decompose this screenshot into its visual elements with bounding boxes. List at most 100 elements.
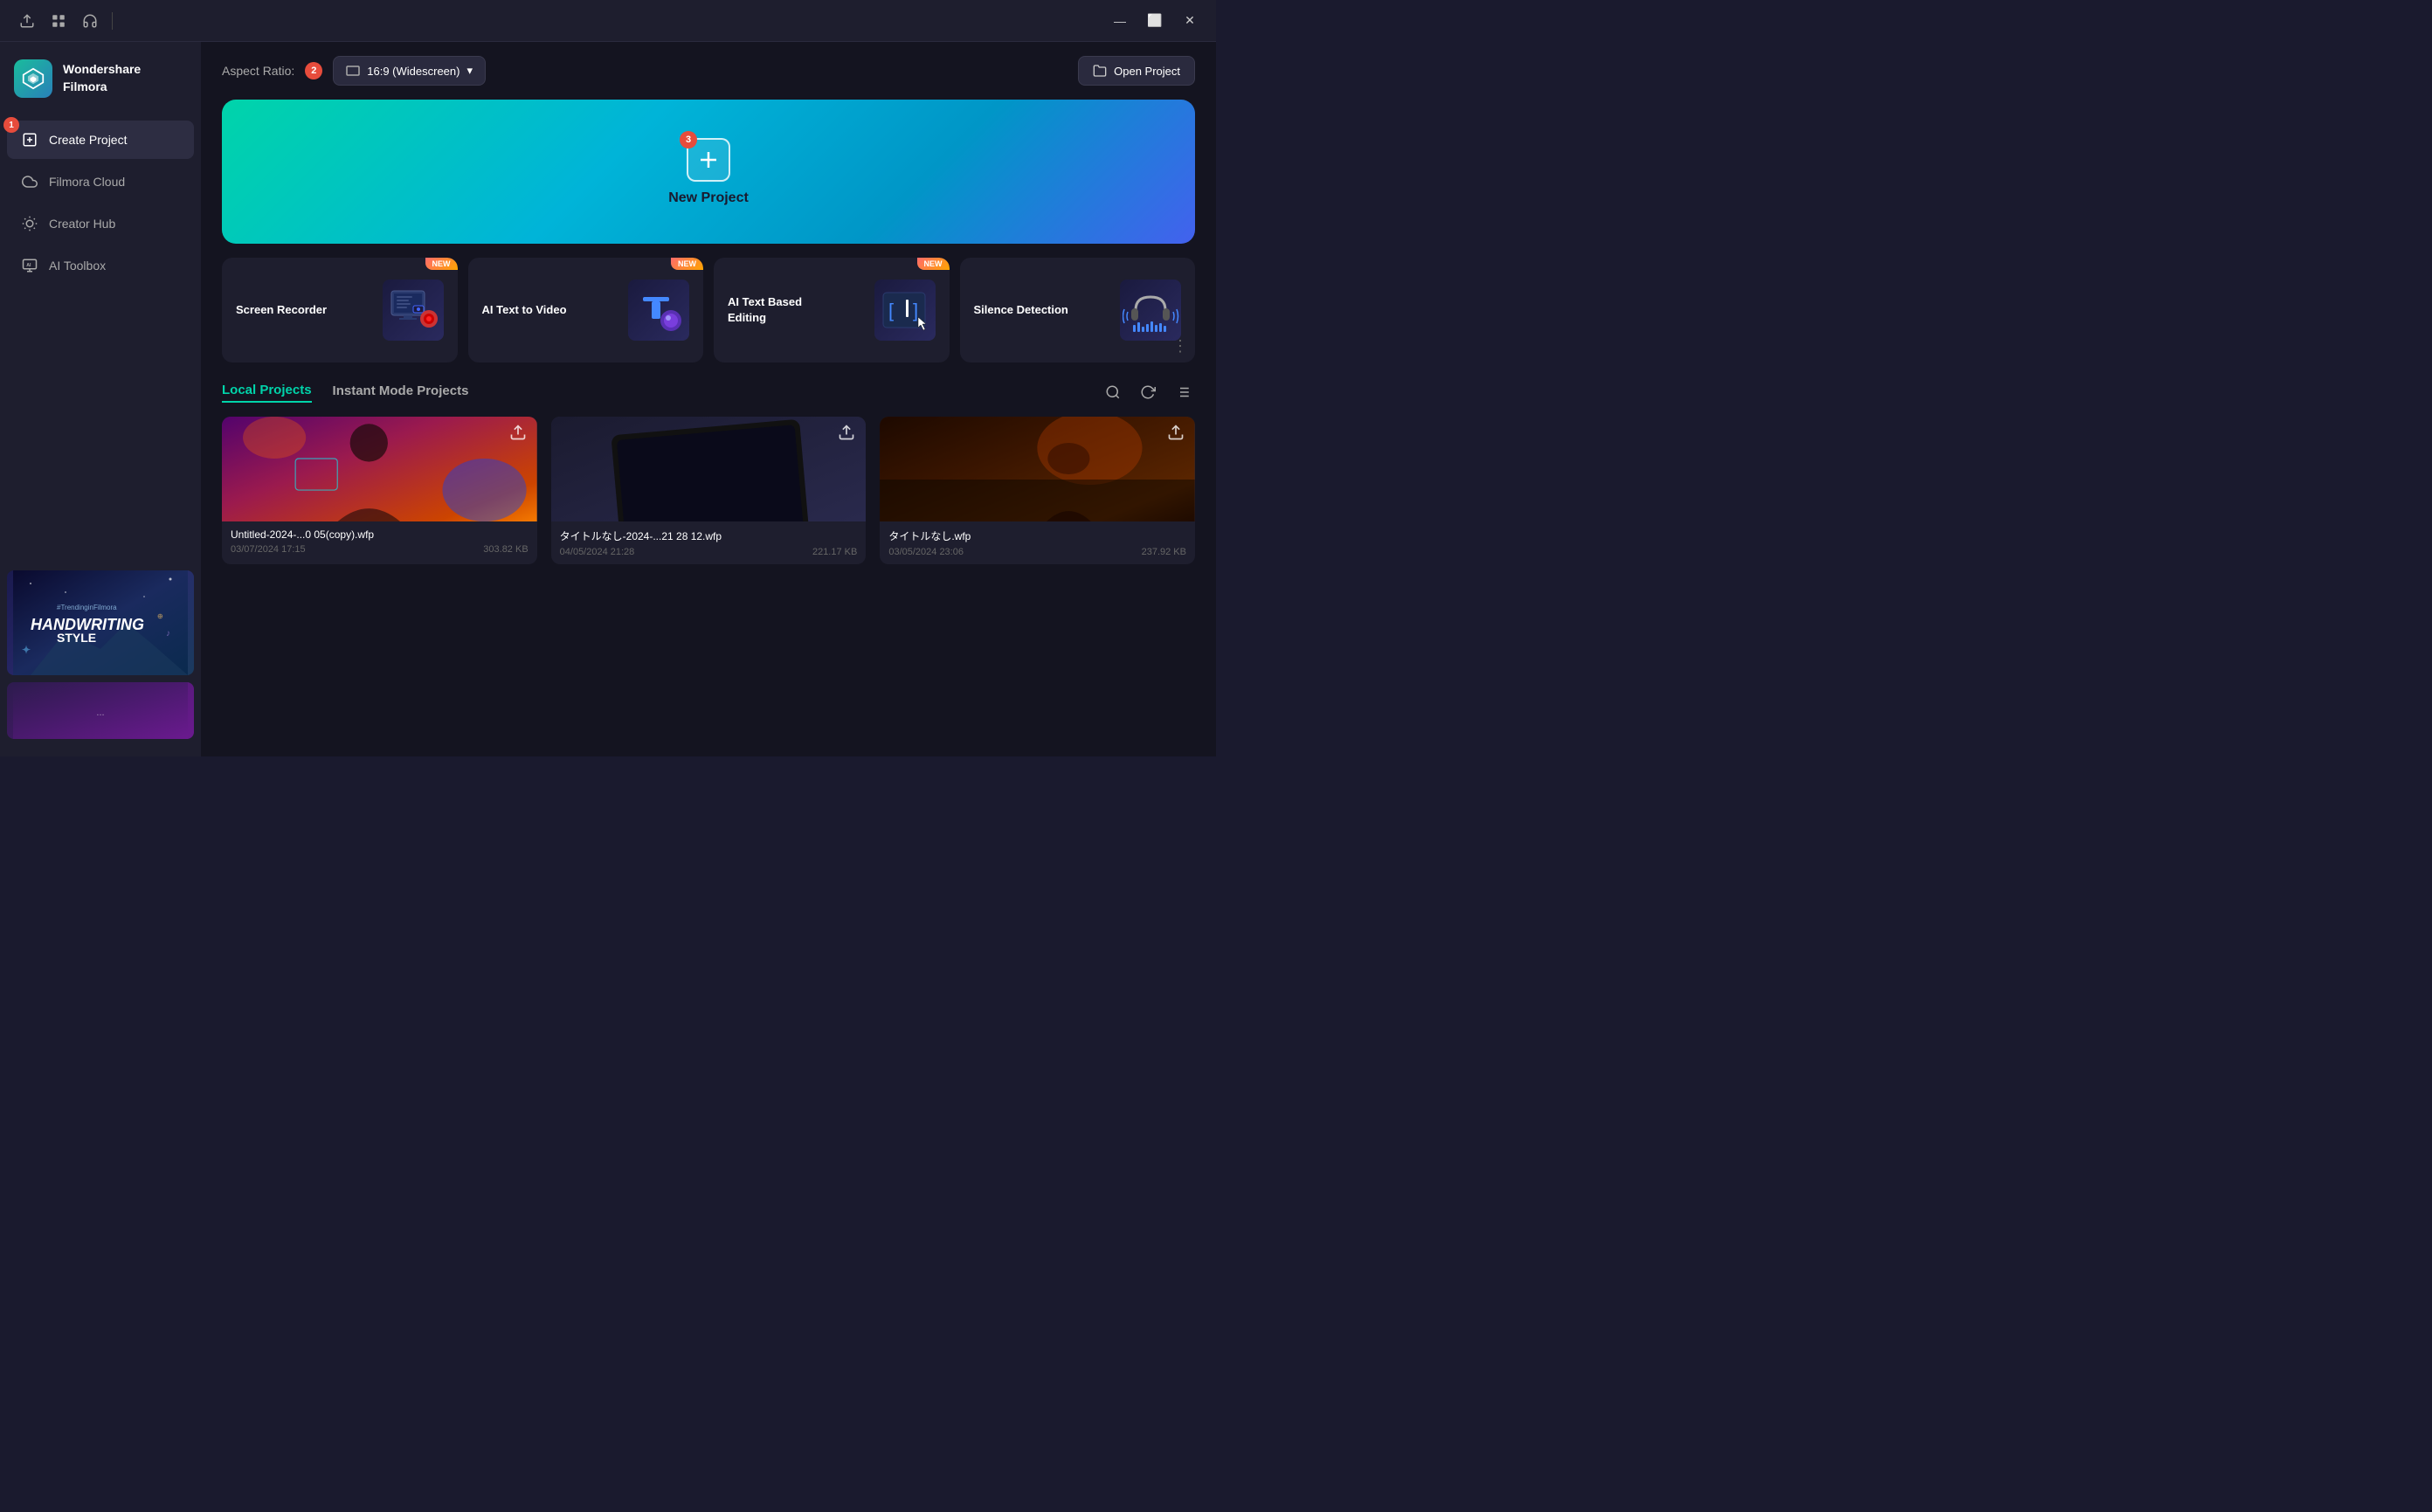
project-2-info: タイトルなし-2024-...21 28 12.wfp 04/05/2024 2…	[551, 521, 867, 564]
headphones-icon[interactable]	[80, 11, 100, 31]
aspect-ratio-value: 16:9 (Widescreen)	[367, 65, 459, 78]
app-body: Wondershare Filmora 1 Create Project Fil…	[0, 42, 1216, 756]
open-project-button[interactable]: Open Project	[1078, 56, 1195, 86]
aspect-ratio-badge: 2	[305, 62, 322, 79]
svg-text:#TrendinginFilmora: #TrendinginFilmora	[57, 604, 117, 611]
project-card-1[interactable]: Untitled-2024-...0 05(copy).wfp 03/07/20…	[222, 417, 537, 564]
project-2-name: タイトルなし-2024-...21 28 12.wfp	[560, 528, 858, 543]
new-project-plus: 3	[687, 138, 730, 182]
ai-text-editing-label: AI Text Based Editing	[728, 294, 832, 326]
svg-text:]: ]	[913, 300, 918, 321]
sidebar-thumb-2[interactable]: ...	[7, 682, 194, 739]
maximize-button[interactable]: ⬜	[1139, 5, 1171, 37]
creator-hub-icon	[21, 215, 38, 232]
window-controls: — ⬜ ✕	[1104, 5, 1206, 37]
screen-recorder-label: Screen Recorder	[236, 302, 327, 318]
dropdown-chevron: ▾	[466, 64, 473, 78]
hero-content: 3 New Project	[668, 138, 749, 206]
nav-filmora-cloud-label: Filmora Cloud	[49, 175, 125, 189]
ai-text-editing-new-ribbon: NEW	[917, 258, 950, 270]
project-3-meta: 03/05/2024 23:06 237.92 KB	[888, 547, 1186, 557]
project-thumb-1	[222, 417, 537, 521]
nav-ai-toolbox-label: AI Toolbox	[49, 259, 106, 273]
ai-text-video-visual	[628, 280, 689, 341]
app-logo	[14, 59, 52, 98]
open-project-label: Open Project	[1114, 65, 1180, 78]
nav-ai-toolbox[interactable]: AI AI Toolbox	[7, 246, 194, 285]
project-thumb-3	[880, 417, 1195, 521]
project-3-upload-icon	[1167, 424, 1188, 445]
minimize-button[interactable]: —	[1104, 5, 1136, 37]
feature-cards: NEW Screen Recorder	[201, 258, 1216, 362]
top-bar: Aspect Ratio: 2 16:9 (Widescreen) ▾ Open…	[201, 42, 1216, 100]
new-project-label: New Project	[668, 190, 749, 206]
refresh-projects-icon[interactable]	[1136, 380, 1160, 404]
search-projects-icon[interactable]	[1101, 380, 1125, 404]
nav-create-project[interactable]: 1 Create Project	[7, 121, 194, 159]
feature-card-silence-detection[interactable]: Silence Detection	[960, 258, 1196, 362]
svg-text:[: [	[888, 300, 894, 321]
projects-grid: Untitled-2024-...0 05(copy).wfp 03/07/20…	[222, 417, 1195, 564]
sidebar-thumb-1[interactable]: #TrendinginFilmora HANDWRITING STYLE ✦ ♪…	[7, 570, 194, 675]
ai-text-video-new-ribbon: NEW	[671, 258, 703, 270]
filmora-cloud-icon	[21, 173, 38, 190]
project-1-size: 303.82 KB	[483, 544, 528, 555]
project-1-date: 03/07/2024 17:15	[231, 544, 306, 555]
project-3-size: 237.92 KB	[1142, 547, 1186, 557]
silence-detection-more-button[interactable]: ⋮	[1172, 337, 1188, 356]
feature-card-ai-text-video[interactable]: NEW AI Text to Video	[468, 258, 704, 362]
create-project-badge: 1	[3, 117, 19, 133]
silence-detection-visual	[1120, 280, 1181, 341]
titlebar: — ⬜ ✕	[0, 0, 1216, 42]
titlebar-separator	[112, 12, 113, 30]
project-3-info: タイトルなし.wfp 03/05/2024 23:06 237.92 KB	[880, 521, 1195, 564]
ai-text-editing-visual: [ ]	[874, 280, 936, 341]
feature-card-screen-recorder[interactable]: NEW Screen Recorder	[222, 258, 458, 362]
project-1-meta: 03/07/2024 17:15 303.82 KB	[231, 544, 529, 555]
svg-text:...: ...	[96, 708, 104, 718]
logo-area: Wondershare Filmora	[0, 52, 201, 119]
hero-badge-num: 3	[680, 131, 697, 148]
projects-tabs: Local Projects Instant Mode Projects	[222, 383, 468, 403]
ai-text-video-label: AI Text to Video	[482, 302, 567, 318]
nav-create-project-label: Create Project	[49, 133, 127, 147]
project-3-date: 03/05/2024 23:06	[888, 547, 964, 557]
aspect-ratio-dropdown[interactable]: 16:9 (Widescreen) ▾	[333, 56, 486, 86]
project-2-date: 04/05/2024 21:28	[560, 547, 635, 557]
list-view-icon[interactable]	[1171, 380, 1195, 404]
project-2-size: 221.17 KB	[812, 547, 857, 557]
create-project-icon	[21, 131, 38, 148]
svg-text:AI: AI	[26, 263, 31, 268]
sidebar-thumbnails: #TrendinginFilmora HANDWRITING STYLE ✦ ♪…	[0, 563, 201, 746]
project-1-upload-icon	[509, 424, 530, 445]
screen-recorder-visual	[383, 280, 444, 341]
feature-card-ai-text-editing[interactable]: NEW AI Text Based Editing [ ]	[714, 258, 950, 362]
projects-header: Local Projects Instant Mode Projects	[222, 380, 1195, 404]
apps-icon[interactable]	[49, 11, 68, 31]
projects-section: Local Projects Instant Mode Projects	[201, 380, 1216, 564]
project-1-info: Untitled-2024-...0 05(copy).wfp 03/07/20…	[222, 521, 537, 562]
svg-text:✦: ✦	[22, 644, 31, 656]
project-thumb-2	[551, 417, 867, 521]
aspect-ratio-label: Aspect Ratio:	[222, 64, 294, 78]
upload-icon[interactable]	[17, 11, 37, 31]
svg-text:⊕: ⊕	[157, 612, 163, 620]
project-card-3[interactable]: タイトルなし.wfp 03/05/2024 23:06 237.92 KB	[880, 417, 1195, 564]
nav-filmora-cloud[interactable]: Filmora Cloud	[7, 162, 194, 201]
app-name: Wondershare Filmora	[63, 61, 187, 95]
project-1-name: Untitled-2024-...0 05(copy).wfp	[231, 528, 529, 541]
aspect-ratio-area: Aspect Ratio: 2 16:9 (Widescreen) ▾	[222, 56, 486, 86]
svg-text:♪: ♪	[166, 629, 170, 639]
project-2-upload-icon	[838, 424, 859, 445]
nav-creator-hub[interactable]: Creator Hub	[7, 204, 194, 243]
tab-local-projects[interactable]: Local Projects	[222, 383, 312, 403]
close-button[interactable]: ✕	[1174, 5, 1206, 37]
ai-toolbox-icon: AI	[21, 257, 38, 274]
svg-text:STYLE: STYLE	[57, 631, 96, 645]
project-card-2[interactable]: タイトルなし-2024-...21 28 12.wfp 04/05/2024 2…	[551, 417, 867, 564]
main-content: Aspect Ratio: 2 16:9 (Widescreen) ▾ Open…	[201, 42, 1216, 756]
tab-instant-mode[interactable]: Instant Mode Projects	[333, 383, 469, 402]
project-2-meta: 04/05/2024 21:28 221.17 KB	[560, 547, 858, 557]
screen-recorder-new-ribbon: NEW	[425, 258, 458, 270]
hero-banner[interactable]: 3 New Project	[222, 100, 1195, 244]
